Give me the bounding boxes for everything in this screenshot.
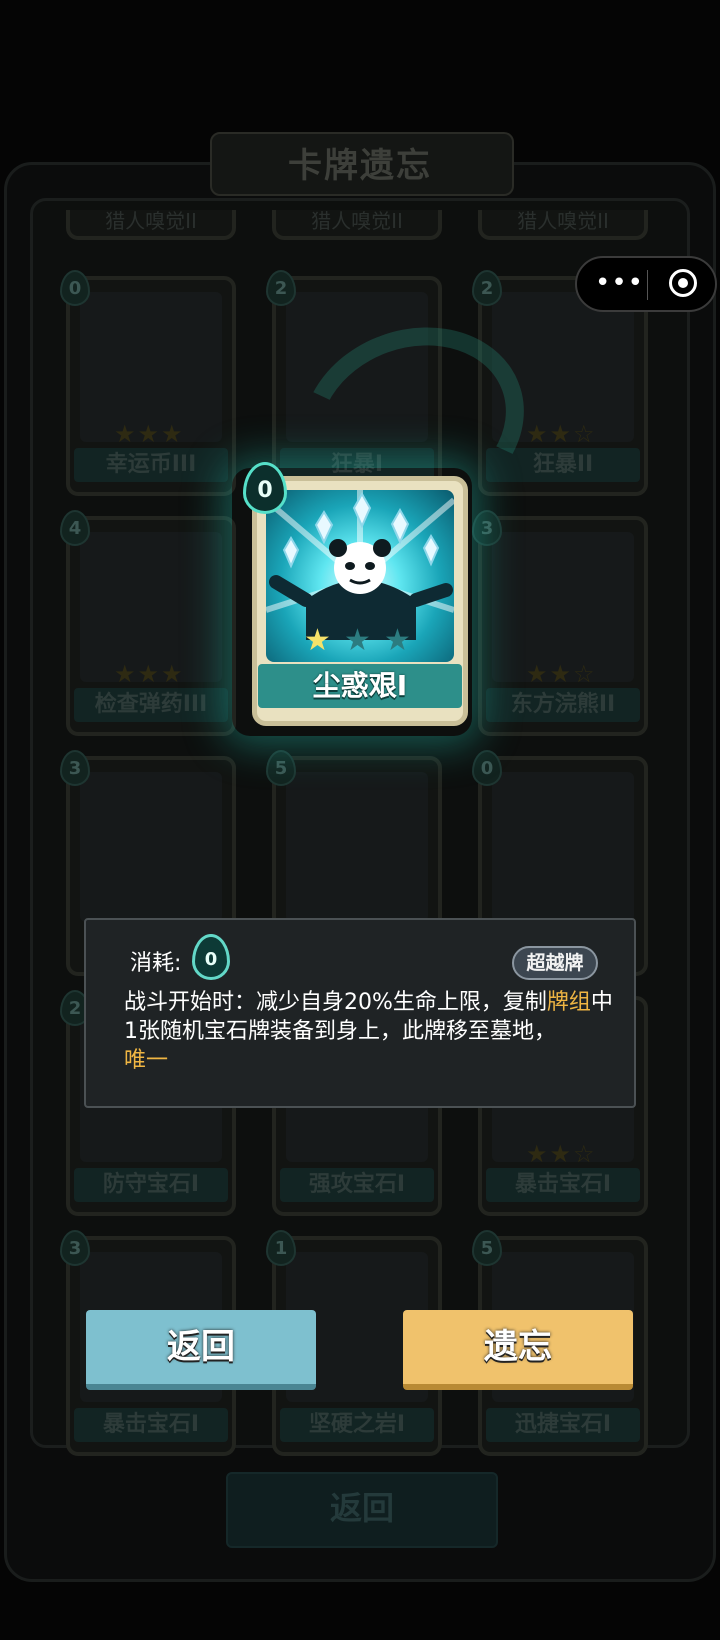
forget-button[interactable]: 遗忘 [403,1310,633,1390]
card-type-badge: 超越牌 [512,946,598,980]
card-stars: ★★☆ [526,660,597,688]
selected-card-art: ★ ★ ★ [266,490,454,662]
card-stars: ★★★ [114,660,185,688]
capsule-divider [647,270,648,300]
card-art [492,772,634,922]
card-cost: 2 [472,270,502,306]
cost-label: 消耗: [130,951,182,976]
card-label: 强攻宝石I [280,1168,434,1202]
card-cost: 5 [472,1230,502,1266]
card-stars: ★★★ [114,420,185,448]
card-cost: 4 [60,510,90,546]
card-top-1[interactable]: 猎人嗅觉II [66,210,236,240]
close-target-icon[interactable] [669,269,697,297]
card-cost: 1 [266,1230,296,1266]
mini-program-capsule: ••• [575,256,717,312]
card-label: 坚硬之岩I [280,1408,434,1442]
card-item[interactable]: ★★★ 检查弹药III [66,516,236,736]
card-cost: 0 [472,750,502,786]
card-label: 幸运币III [74,448,228,482]
card-cost: 2 [266,270,296,306]
svg-text:★: ★ [304,623,331,658]
card-top-3[interactable]: 猎人嗅觉II [478,210,648,240]
card-label: 东方浣熊II [486,688,640,722]
more-icon[interactable]: ••• [595,268,644,298]
card-description: 战斗开始时：减少自身20%生命上限，复制牌组中1张随机宝石牌装备到身上，此牌移至… [124,988,614,1075]
card-cost: 3 [472,510,502,546]
bottom-back-button[interactable]: 返回 [226,1472,498,1548]
selected-card-label: 尘惑艰I [258,664,462,708]
svg-text:★: ★ [344,623,371,658]
card-label: 检查弹药III [74,688,228,722]
card-top-2[interactable]: 猎人嗅觉II [272,210,442,240]
card-cost: 3 [60,1230,90,1266]
card-cost: 0 [60,270,90,306]
back-button[interactable]: 返回 [86,1310,316,1390]
card-stars: ★★☆ [526,420,597,448]
card-cost: 5 [266,750,296,786]
card-stars: ★★☆ [526,1140,597,1168]
cost-flame-icon: 0 [192,934,230,980]
panda-gem-illustration: ★ ★ ★ [266,490,454,658]
card-art [80,772,222,922]
card-item[interactable]: ★★☆ 东方浣熊II [478,516,648,736]
card-art [286,772,428,922]
panel-title: 卡牌遗忘 [288,146,432,186]
card-label: 暴击宝石I [486,1168,640,1202]
card-label: 防守宝石I [74,1168,228,1202]
card-item[interactable]: ★★★ 幸运币III [66,276,236,496]
description-text-1: 战斗开始时：减少自身20%生命上限，复制 [124,990,547,1015]
card-label: 暴击宝石I [74,1408,228,1442]
deck-keyword: 牌组 [546,990,591,1015]
card-cost: 3 [60,750,90,786]
svg-text:★: ★ [384,623,411,658]
unique-keyword: 唯一 [124,1048,169,1073]
card-label: 迅捷宝石I [486,1408,640,1442]
